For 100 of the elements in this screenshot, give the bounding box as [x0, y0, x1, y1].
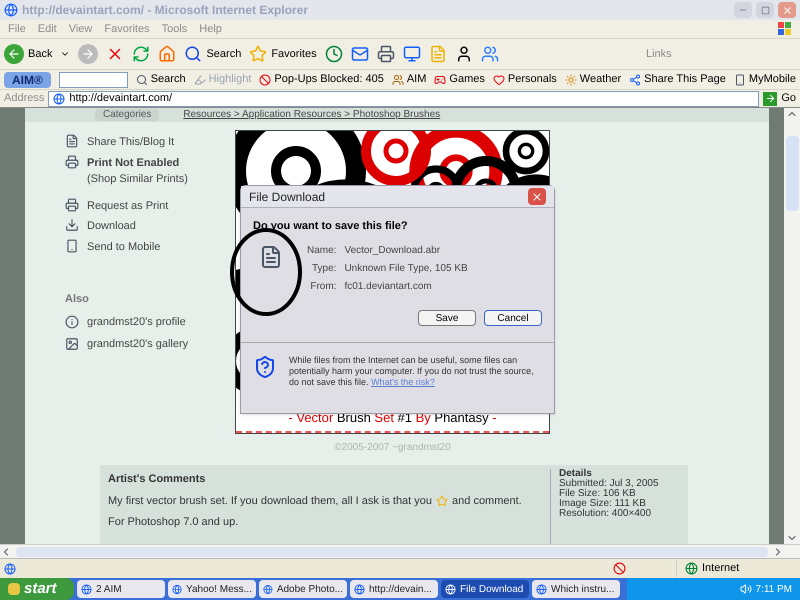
details-line: Submitted: Jul 3, 2005: [559, 479, 660, 489]
close-button[interactable]: [528, 188, 546, 205]
go-button[interactable]: Go: [763, 90, 796, 107]
search-field[interactable]: [58, 72, 128, 88]
action-link[interactable]: Print Not Enabled: [87, 154, 188, 171]
comment-text: For Photoshop 7.0 and up.: [108, 515, 240, 530]
phone-icon: [734, 74, 746, 86]
favorites-button[interactable]: Favorites: [249, 45, 317, 63]
taskbar-button[interactable]: Adobe Photo...: [259, 580, 347, 598]
back-button[interactable]: Back: [4, 44, 52, 64]
details-line: Resolution: 400×400: [559, 509, 652, 519]
vertical-scrollbar[interactable]: [784, 108, 800, 544]
heart-icon: [492, 74, 505, 86]
info-icon: [65, 314, 79, 329]
window-title: http://devaintart.com/ - Microsoft Internet Explorer: [22, 2, 310, 19]
refresh-icon: [132, 45, 150, 63]
dialog-button[interactable]: Cancel: [484, 310, 542, 326]
aim-toolbar-button[interactable]: MyMobile: [748, 71, 796, 88]
aim-toolbar-button[interactable]: Share This Page: [644, 71, 726, 88]
copyright: ©2005-2007 ~grandmst20: [334, 441, 451, 455]
note-icon: [65, 134, 79, 148]
search-icon: [184, 45, 202, 63]
clock: 7:11 PM: [756, 582, 792, 596]
taskbar-button[interactable]: 2 AIM: [77, 580, 165, 598]
phone-icon: [65, 238, 79, 252]
also-link[interactable]: grandmst20's gallery: [87, 336, 188, 352]
scrollbar-thumb[interactable]: [786, 136, 798, 211]
field-label: Name:: [307, 244, 336, 258]
taskbar-button[interactable]: Which instru...: [532, 580, 620, 598]
star-icon: [249, 45, 268, 63]
taskbar-button[interactable]: File Download: [441, 580, 529, 598]
minimize-button[interactable]: [734, 2, 752, 18]
app-icon: [354, 584, 365, 594]
maximize-icon: [760, 6, 770, 14]
horizontal-scrollbar[interactable]: [0, 544, 800, 558]
comments-heading: Artist's Comments: [108, 472, 206, 487]
action-note[interactable]: (Shop Similar Prints): [87, 171, 188, 188]
maximize-button[interactable]: [756, 2, 774, 18]
field-value: Vector_Download.abr: [344, 244, 442, 258]
people-icon: [480, 45, 499, 63]
taskbar-button[interactable]: Yahoo! Mess...: [168, 580, 256, 598]
app-icon: [536, 584, 547, 594]
address-value: http://devaintart.com/: [69, 91, 172, 106]
aim-toolbar-button[interactable]: Personals: [508, 71, 557, 88]
breadcrumb[interactable]: Resources > Application Resources > Photoshop Brushes: [183, 109, 440, 121]
comment-text: My first vector brush set. If you download them, all I ask is that you: [108, 494, 432, 508]
field-value: fc01.deviantart.com: [344, 280, 433, 294]
forward-icon[interactable]: [78, 44, 98, 64]
comment-text: and comment.: [452, 494, 522, 508]
printer-icon: [65, 154, 79, 168]
edit-icon: [402, 45, 421, 63]
aim-toolbar-button[interactable]: Pop-Ups Blocked: 405: [274, 71, 384, 88]
field-value: Unknown File Type, 105 KB: [344, 262, 468, 276]
warning-text: While files from the Internet can be useful, some files can potentially harm your computer. If you do not trust the source, do not save this file. What's the risk?: [289, 354, 535, 388]
aim-toolbar-button[interactable]: AIM: [406, 71, 426, 88]
also-link[interactable]: grandmst20's profile: [87, 314, 186, 330]
mail-icon: [350, 45, 369, 63]
highlighter-icon: [194, 74, 206, 86]
taskbar-button[interactable]: http://devain...: [350, 580, 438, 598]
share-icon: [629, 74, 642, 86]
address-field[interactable]: http://devaintart.com/: [48, 90, 760, 106]
address-label: Address: [4, 91, 44, 106]
file-icon: [259, 244, 283, 268]
sun-icon: [564, 74, 577, 86]
action-link[interactable]: Send to Mobile: [87, 238, 160, 255]
blocked-icon: [259, 74, 272, 86]
start-button[interactable]: start: [0, 578, 74, 600]
close-icon: [531, 190, 543, 202]
close-icon: [782, 4, 792, 16]
dialog-button[interactable]: Save: [418, 310, 476, 326]
aim-toolbar-button[interactable]: Games: [449, 71, 485, 88]
download-icon: [65, 218, 79, 232]
details-heading: Details: [559, 469, 592, 479]
blocked-icon: [613, 562, 626, 575]
globe-icon: [685, 562, 698, 575]
printer-icon: [376, 45, 395, 63]
dialog-title: File Download: [249, 188, 326, 206]
search-button[interactable]: Search: [184, 45, 242, 63]
app-icon: [445, 584, 456, 594]
gallery-icon: [65, 337, 79, 352]
app-icon: [81, 584, 92, 594]
field-label: Type:: [310, 262, 336, 276]
categories-button[interactable]: Categories: [95, 109, 160, 121]
shield-question-icon: [253, 354, 277, 378]
aim-toolbar-button[interactable]: Search: [150, 71, 186, 88]
speaker-icon: [740, 583, 752, 595]
also-heading: Also: [65, 292, 90, 307]
action-link[interactable]: Share This/Blog It: [87, 134, 174, 150]
scrollbar-thumb[interactable]: [16, 546, 768, 556]
action-link[interactable]: Request as Print: [87, 198, 168, 214]
action-link[interactable]: Download: [87, 218, 136, 234]
page-icon: [53, 92, 66, 104]
aim-toolbar-button[interactable]: Weather: [580, 71, 622, 88]
field-label: From:: [309, 280, 336, 294]
zone-label: Internet: [702, 561, 740, 576]
browser-icon: [4, 3, 18, 17]
close-button[interactable]: [778, 2, 796, 18]
aim-button[interactable]: AIM®: [4, 72, 51, 88]
details-line: File Size: 106 KB: [559, 489, 637, 499]
history-icon: [324, 45, 343, 63]
